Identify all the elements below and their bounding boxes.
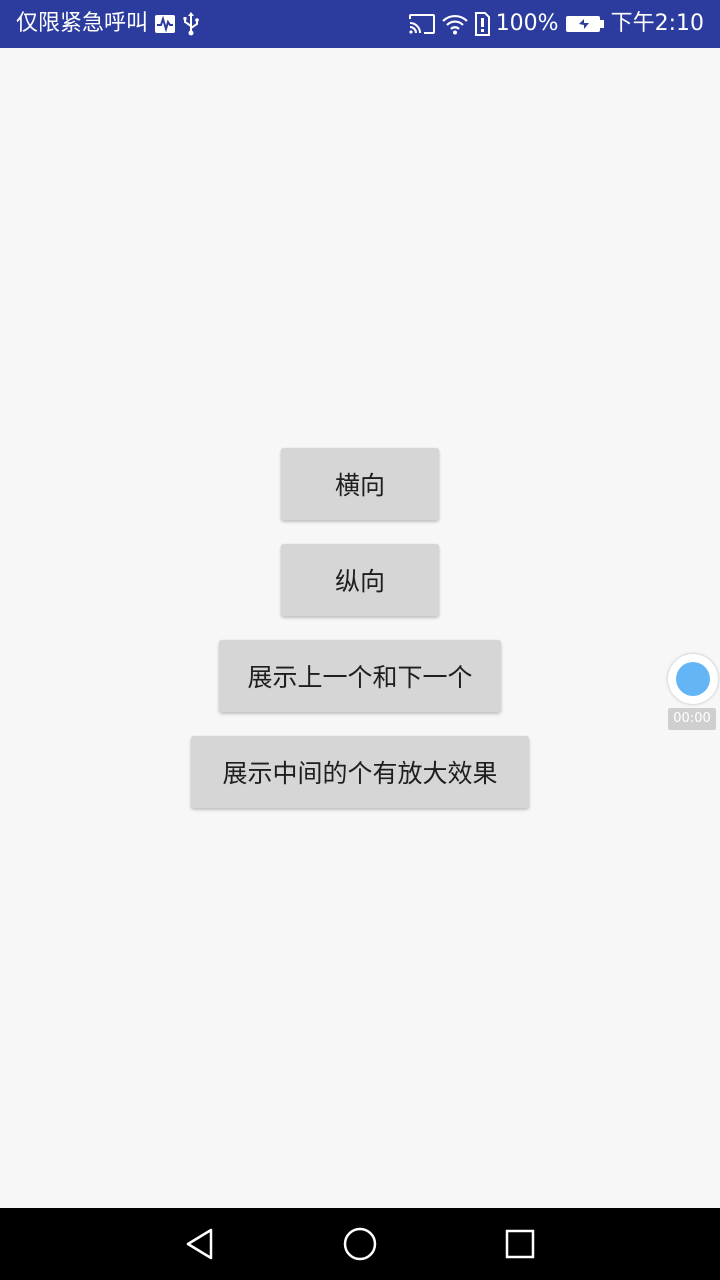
activity-icon — [154, 14, 176, 34]
status-bar-left: 仅限紧急呼叫 — [16, 0, 200, 48]
carrier-status-text: 仅限紧急呼叫 — [16, 11, 149, 36]
horizontal-button[interactable]: 横向 — [281, 448, 439, 520]
battery-percent: 100% — [495, 11, 559, 36]
recents-icon[interactable] — [500, 1224, 540, 1264]
home-icon[interactable] — [340, 1224, 380, 1264]
cast-icon — [408, 13, 436, 35]
navigation-bar — [0, 1208, 720, 1280]
status-bar-right: 100% 下午2:10 — [408, 0, 704, 48]
usb-icon — [182, 12, 200, 36]
battery-charging-icon — [565, 14, 605, 34]
show-center-zoom-button[interactable]: 展示中间的个有放大效果 — [191, 736, 529, 808]
wifi-icon — [441, 13, 468, 35]
record-dot-icon[interactable] — [668, 654, 718, 704]
back-icon[interactable] — [180, 1224, 220, 1264]
status-bar: 仅限紧急呼叫 100% 下午2:10 — [0, 0, 720, 48]
clock: 下午2:10 — [610, 11, 704, 36]
show-prev-next-button[interactable]: 展示上一个和下一个 — [219, 640, 501, 712]
vertical-button[interactable]: 纵向 — [281, 544, 439, 616]
alert-icon — [474, 12, 490, 36]
recorder-timer: 00:00 — [668, 708, 716, 730]
screen-recorder-widget[interactable]: 00:00 — [664, 650, 720, 734]
